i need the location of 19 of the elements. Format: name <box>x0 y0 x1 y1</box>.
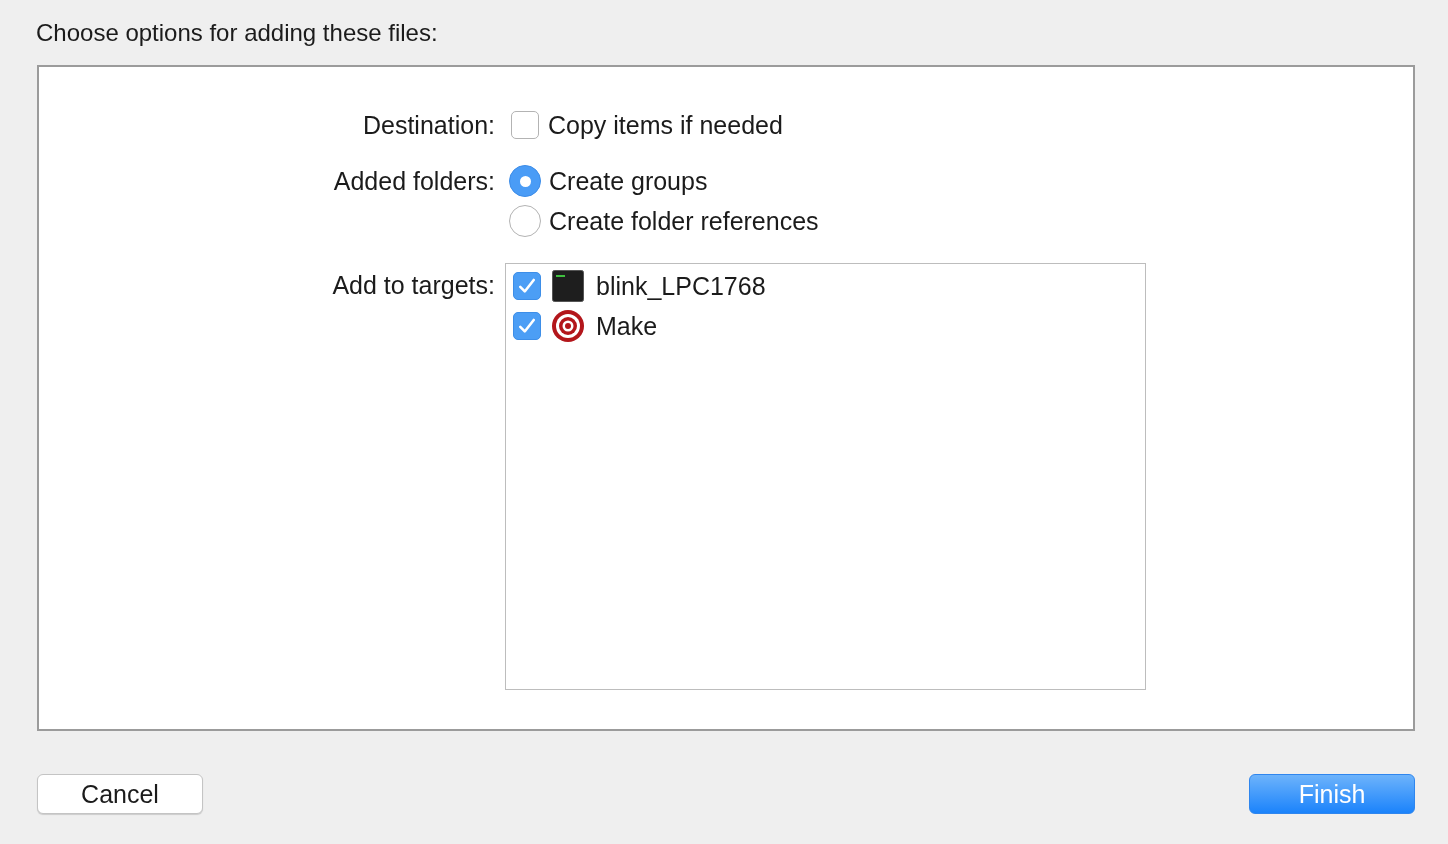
cancel-button[interactable]: Cancel <box>37 774 203 814</box>
checkmark-icon <box>519 318 535 334</box>
target-icon <box>552 310 584 342</box>
radio-label: Create folder references <box>549 206 819 237</box>
checkbox[interactable] <box>513 312 541 340</box>
field-label: Add to targets: <box>332 270 495 301</box>
target-name: Make <box>596 311 658 342</box>
radio-button[interactable] <box>509 165 541 197</box>
checkbox-label: Copy items if needed <box>548 110 783 141</box>
checkbox[interactable] <box>513 272 541 300</box>
radio-button[interactable] <box>509 205 541 237</box>
target-name: blink_LPC1768 <box>596 271 766 302</box>
field-label: Destination: <box>362 110 495 141</box>
dialog-title: Choose options for adding these files: <box>36 18 438 48</box>
terminal-icon <box>552 270 584 302</box>
field-label: Added folders: <box>333 166 495 197</box>
checkbox[interactable] <box>511 111 539 139</box>
checkmark-icon <box>519 278 535 294</box>
radio-label: Create groups <box>549 166 708 197</box>
